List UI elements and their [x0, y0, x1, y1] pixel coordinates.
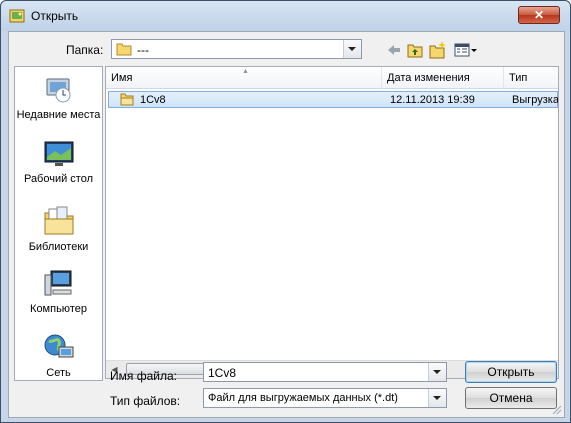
new-folder-icon[interactable] [429, 41, 447, 59]
view-menu-icon[interactable] [454, 41, 478, 59]
file-type: Выгрузка [512, 94, 559, 106]
file-list[interactable]: ▲ Имя Дата изменения Тип 1Cv8 12.11.2013… [105, 66, 559, 379]
filetype-label: Тип файлов: [110, 394, 181, 408]
column-label-type: Тип [509, 72, 528, 84]
title-bar[interactable]: Открыть ✕ [1, 1, 570, 31]
place-label-computer: Компьютер [30, 303, 87, 315]
column-header-name[interactable]: ▲ Имя [106, 67, 382, 89]
cancel-button[interactable]: Отмена [465, 387, 557, 409]
place-label-libraries: Библиотеки [28, 241, 89, 253]
folder-select[interactable]: --- [111, 39, 362, 59]
places-sidebar: Недавние места Рабочий стол Библиотеки К… [14, 66, 103, 381]
sort-ascending-icon: ▲ [242, 68, 249, 75]
filename-label: Имя файла: [110, 369, 177, 383]
place-recent[interactable]: Недавние места [15, 73, 102, 122]
dialog-body: Папка: --- Недавние места Рабочий стол Б… [8, 31, 565, 418]
column-header-date[interactable]: Дата изменения [382, 67, 504, 89]
filename-input[interactable]: 1Cv8 [203, 362, 447, 382]
place-network[interactable]: Сеть [15, 331, 102, 380]
place-libraries[interactable]: Библиотеки [15, 205, 102, 254]
chevron-down-icon[interactable] [428, 363, 446, 381]
close-button[interactable]: ✕ [518, 6, 560, 24]
libraries-icon [44, 206, 73, 235]
back-icon[interactable] [386, 41, 402, 59]
folder-label: Папка: [66, 43, 104, 57]
filetype-value: Файл для выгружаемых данных (*.dt) [208, 392, 398, 404]
filetype-select[interactable]: Файл для выгружаемых данных (*.dt) [203, 388, 447, 408]
up-folder-icon[interactable] [407, 41, 423, 59]
folder-icon [116, 43, 132, 56]
desktop-icon [44, 141, 73, 166]
recent-places-icon [46, 78, 70, 103]
chevron-down-icon[interactable] [343, 40, 361, 58]
computer-icon [44, 270, 71, 296]
place-desktop[interactable]: Рабочий стол [15, 139, 102, 186]
place-label-desktop: Рабочий стол [23, 173, 94, 185]
place-label-network: Сеть [46, 367, 71, 379]
place-label-recent: Недавние места [16, 109, 101, 121]
column-header-type[interactable]: Тип [504, 67, 558, 89]
column-label-name: Имя [111, 72, 133, 84]
file-date: 12.11.2013 19:39 [390, 94, 475, 106]
open-file-dialog: Открыть ✕ Папка: --- Недавние места Рабо… [0, 0, 571, 423]
open-button[interactable]: Открыть [465, 361, 557, 383]
window-title: Открыть [31, 9, 79, 23]
file-name: 1Cv8 [140, 94, 166, 106]
chevron-down-icon[interactable] [428, 389, 446, 407]
network-icon [44, 334, 73, 358]
file-row[interactable]: 1Cv8 12.11.2013 19:39 Выгрузка [108, 91, 558, 108]
place-computer[interactable]: Компьютер [15, 267, 102, 316]
filename-value: 1Cv8 [208, 366, 237, 380]
folder-icon [120, 93, 134, 106]
column-label-date: Дата изменения [387, 72, 470, 84]
app-icon [9, 9, 25, 23]
resize-grip-icon[interactable] [552, 405, 562, 415]
folder-value: --- [137, 43, 149, 57]
